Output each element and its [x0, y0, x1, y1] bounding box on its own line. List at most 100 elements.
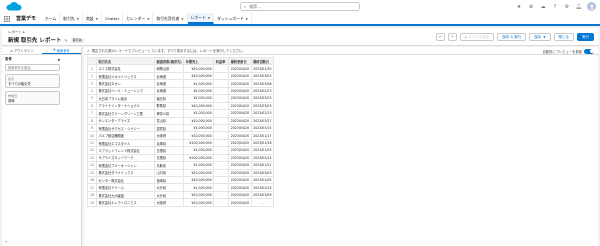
close-button[interactable]: 閉じる — [553, 33, 574, 41]
add-chart-label: グラフを追加 — [468, 34, 490, 39]
column-header[interactable]: 最終活動日 — [250, 56, 274, 66]
column-header[interactable]: 取引先名 — [96, 56, 155, 66]
column-header-index — [87, 56, 97, 66]
collapse-sidebar-icon[interactable]: « — [5, 239, 7, 244]
nav-item-label: ホーム — [45, 15, 57, 21]
row-number: 8 — [87, 116, 97, 125]
filter-created-date[interactable]: 作成日 常時 — [5, 91, 60, 105]
run-button[interactable]: 実行 — [577, 33, 594, 41]
table-cell: 大分県 — [153, 190, 185, 200]
bell-icon[interactable]: 🔔︎ — [575, 3, 583, 11]
salesforce-cloud-logo[interactable] — [5, 1, 23, 12]
auto-preview-toggle[interactable] — [584, 48, 594, 54]
table-cell: ¥10,000,000 — [183, 175, 215, 185]
nav-item-dashboards[interactable]: ダッシュボード ▼ — [214, 13, 252, 24]
gear-icon[interactable]: ⚙ — [563, 3, 571, 11]
table-cell: ¥2,000,000 — [183, 86, 215, 96]
table-cell: 2023/04/20 — [228, 71, 252, 81]
column-header[interactable]: 都道府県(請求先) — [153, 56, 185, 66]
nav-item-home[interactable]: ホーム — [42, 13, 61, 24]
table-cell: スミス株式会社 — [96, 64, 155, 73]
chevron-down-icon[interactable]: ▼ — [58, 58, 60, 62]
chevron-down-icon[interactable]: ▼ — [96, 17, 98, 21]
table-header-row: 取引先名 都道府県(請求先) 年間売上 利益率 最終更新日 最終活動日 — [87, 56, 274, 66]
nav-item-chatter[interactable]: Chatter — [102, 13, 124, 24]
user-icon — [589, 4, 594, 9]
global-header: ⌕ 検索... ★ ⊕ ☁ ? ⚙ 🔔︎ — [0, 0, 600, 13]
setup-assistant-icon[interactable]: ☁ — [539, 3, 547, 11]
breadcrumb[interactable]: レポート ▸ — [8, 30, 25, 35]
filter-show[interactable]: 表示 すべての取引先 — [5, 74, 60, 88]
table-cell: 2023/01/30 — [250, 64, 274, 73]
table-cell: 北海道 — [153, 71, 185, 81]
table-row: 7 株式会社グリーングリーン工業 神奈川県 ¥1,000,000 2023/04/20 2… — [87, 109, 274, 118]
tab-outline[interactable]: ≡ アウトライン — [2, 47, 42, 54]
table-cell — [213, 161, 230, 170]
undo-button[interactable]: ↶ — [435, 33, 445, 41]
filter-value: 常時 — [8, 98, 15, 103]
row-number: 16 — [87, 175, 97, 185]
table-cell: 長崎県 — [153, 175, 185, 185]
table-row: 11 有限会社エコスタイル 兵庫県 ¥100,000,000 2023/04/20 202… — [87, 138, 274, 148]
table-cell: 2023/04/20 — [228, 161, 252, 170]
app-navigation: 営業デモ ホーム 取引先 ▼ 商談 ▼ Chatter カレンダー ▼ 取引先責任者 ▼… — [0, 13, 600, 26]
favorites-icon[interactable]: ★ — [515, 3, 523, 11]
table-cell: 大分県 — [153, 183, 185, 192]
filter-search-input[interactable]: 検索条件を追加... — [5, 64, 60, 71]
table-cell: 2023/04/20 — [228, 123, 252, 133]
app-launcher-icon[interactable] — [0, 13, 14, 24]
chevron-down-icon[interactable]: ▼ — [147, 17, 149, 21]
nav-item-contacts[interactable]: 取引先責任者 ▼ — [153, 13, 188, 24]
nav-item-calendar[interactable]: カレンダー ▼ — [123, 13, 154, 24]
pencil-icon[interactable]: ✎ — [64, 38, 67, 43]
chevron-down-icon[interactable]: ▼ — [543, 35, 545, 39]
save-and-run-button[interactable]: 保存 & 実行 — [497, 33, 527, 41]
table-row: 5 大日本プライム総合 福島県 ¥2,000,000 2023/04/20 2023/03… — [87, 94, 274, 103]
table-cell: 2023/04/20 — [228, 175, 252, 185]
row-number: 10 — [87, 131, 97, 140]
table-cell: 2023/03/23 — [250, 94, 274, 103]
table-cell: ¥10,000,000 — [183, 131, 215, 140]
table-cell: 2023/03/15 — [250, 123, 274, 133]
table-row: 3 株式会社ネオン 北海道 ¥1,000,000 2023/04/20 2023/03/0… — [87, 79, 274, 88]
table-cell: 2023/04/20 — [228, 86, 252, 96]
table-cell: ¥1,000,000 — [183, 109, 215, 118]
table-cell: 2023/04/20 — [228, 79, 252, 88]
table-cell: 2023/03/03 — [250, 101, 274, 111]
column-header[interactable]: 年間売上 — [183, 56, 215, 66]
chevron-down-icon[interactable]: ▼ — [77, 17, 79, 21]
chevron-down-icon[interactable]: ▼ — [208, 16, 210, 20]
app-name: 営業デモ — [16, 16, 37, 22]
add-chart-button[interactable]: ▮ グラフを追加 — [459, 33, 495, 41]
table-body: 1 スミス株式会社 和歌山県 ¥10,000,000 2023/04/20 2023/01… — [87, 64, 274, 207]
table-cell: ¥1,000,000 — [183, 146, 215, 155]
nav-item-reports[interactable]: レポート ▼ — [187, 13, 215, 24]
table-cell: スプラットフレンド株式会社 — [96, 146, 155, 155]
nav-item-accounts[interactable]: 取引先 ▼ — [60, 13, 83, 24]
table-row: 16 センター株式会社 長崎県 ¥10,000,000 2023/04/20 2023/0… — [87, 175, 274, 185]
table-cell: 株式会社グリーングリーン工業 — [96, 109, 155, 118]
table-cell — [213, 123, 230, 133]
row-number: 12 — [87, 146, 97, 155]
tab-filters[interactable]: ⧩ 検索条件 — [41, 47, 81, 54]
avatar[interactable] — [587, 2, 596, 11]
nav-item-opportunities[interactable]: 商談 ▼ — [83, 13, 102, 24]
table-cell: 有限会社ブルーオーシャン — [96, 161, 155, 170]
chevron-down-icon[interactable]: ▼ — [181, 17, 183, 21]
chevron-down-icon[interactable]: ▼ — [246, 17, 248, 21]
table-cell — [213, 71, 230, 81]
row-number: 1 — [87, 64, 97, 73]
nav-item-label: ダッシュボード — [217, 15, 244, 21]
report-builder-sidebar: ≡ アウトライン ⧩ 検索条件 条件 ▼ 検索条件を追加... 表示 すべての取引先… — [2, 47, 82, 246]
column-header[interactable]: 利益率 — [213, 56, 230, 66]
table-cell: 滋賀県 — [153, 123, 185, 133]
question-icon[interactable]: ? — [551, 3, 559, 11]
add-icon[interactable]: ⊕ — [527, 3, 535, 11]
nav-item-label: レポート — [190, 14, 206, 20]
column-header[interactable]: 最終更新日 — [228, 56, 252, 66]
table-cell — [213, 138, 230, 148]
global-search[interactable]: ⌕ 検索... — [240, 2, 360, 11]
redo-button[interactable]: ↷ — [447, 33, 457, 41]
save-button[interactable]: 保存 ▼ — [529, 33, 551, 41]
row-number: 3 — [87, 79, 97, 88]
